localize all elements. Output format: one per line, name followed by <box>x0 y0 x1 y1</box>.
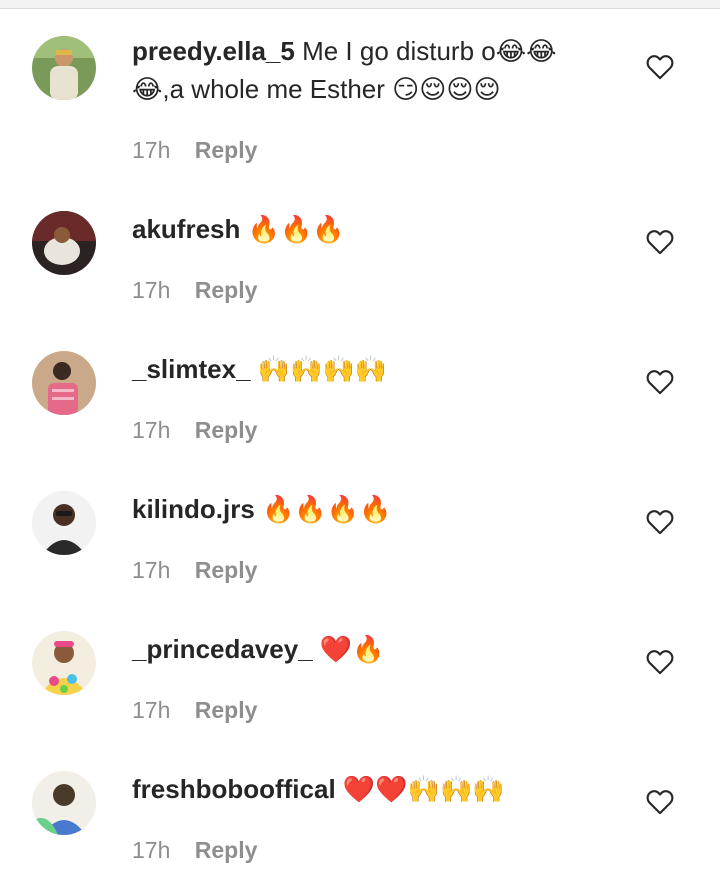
comment-text: ❤️🔥 <box>319 634 385 664</box>
comment-item: freshbobooffical ❤️❤️🙌🙌🙌 17h Reply <box>0 735 720 886</box>
comment-item: preedy.ella_5 Me I go disturb o😂😂 😂,a wh… <box>0 0 720 175</box>
avatar[interactable] <box>32 211 96 275</box>
heart-outline-icon[interactable] <box>646 54 674 80</box>
avatar[interactable] <box>32 351 96 415</box>
comment-username[interactable]: _princedavey_ <box>132 634 313 664</box>
comment-timestamp: 17h <box>132 277 171 303</box>
comment-text: ❤️❤️🙌🙌🙌 <box>342 774 505 804</box>
comment-text: 🔥🔥🔥🔥 <box>262 494 392 524</box>
comment-item: akufresh 🔥🔥🔥 17h Reply <box>0 175 720 315</box>
comment-username[interactable]: akufresh <box>132 214 240 244</box>
heart-outline-icon[interactable] <box>646 789 674 815</box>
comment-item: _princedavey_ ❤️🔥 17h Reply <box>0 595 720 735</box>
reply-button[interactable]: Reply <box>195 417 258 443</box>
comment-username[interactable]: preedy.ella_5 <box>132 36 295 66</box>
avatar[interactable] <box>32 36 96 100</box>
comment-timestamp: 17h <box>132 837 171 863</box>
comment-text-continued: 😂,a whole me Esther 😏😌😌😌 <box>132 74 501 104</box>
comment-timestamp: 17h <box>132 557 171 583</box>
heart-outline-icon[interactable] <box>646 509 674 535</box>
comment-text: Me I go disturb o😂😂 <box>302 36 557 66</box>
comment-timestamp: 17h <box>132 417 171 443</box>
comment-item: kilindo.jrs 🔥🔥🔥🔥 17h Reply <box>0 455 720 595</box>
comment-username[interactable]: _slimtex_ <box>132 354 251 384</box>
comment-username[interactable]: kilindo.jrs <box>132 494 255 524</box>
avatar[interactable] <box>32 491 96 555</box>
comment-timestamp: 17h <box>132 697 171 723</box>
comment-timestamp: 17h <box>132 137 171 163</box>
avatar[interactable] <box>32 631 96 695</box>
reply-button[interactable]: Reply <box>195 137 258 163</box>
comment-text: 🔥🔥🔥 <box>247 214 345 244</box>
comment-username[interactable]: freshbobooffical <box>132 774 336 804</box>
reply-button[interactable]: Reply <box>195 277 258 303</box>
avatar[interactable] <box>32 771 96 835</box>
heart-outline-icon[interactable] <box>646 649 674 675</box>
heart-outline-icon[interactable] <box>646 229 674 255</box>
reply-button[interactable]: Reply <box>195 697 258 723</box>
reply-button[interactable]: Reply <box>195 557 258 583</box>
comment-text: 🙌🙌🙌🙌 <box>257 354 388 384</box>
comment-item: _slimtex_ 🙌🙌🙌🙌 17h Reply <box>0 315 720 455</box>
reply-button[interactable]: Reply <box>195 837 258 863</box>
heart-outline-icon[interactable] <box>646 369 674 395</box>
